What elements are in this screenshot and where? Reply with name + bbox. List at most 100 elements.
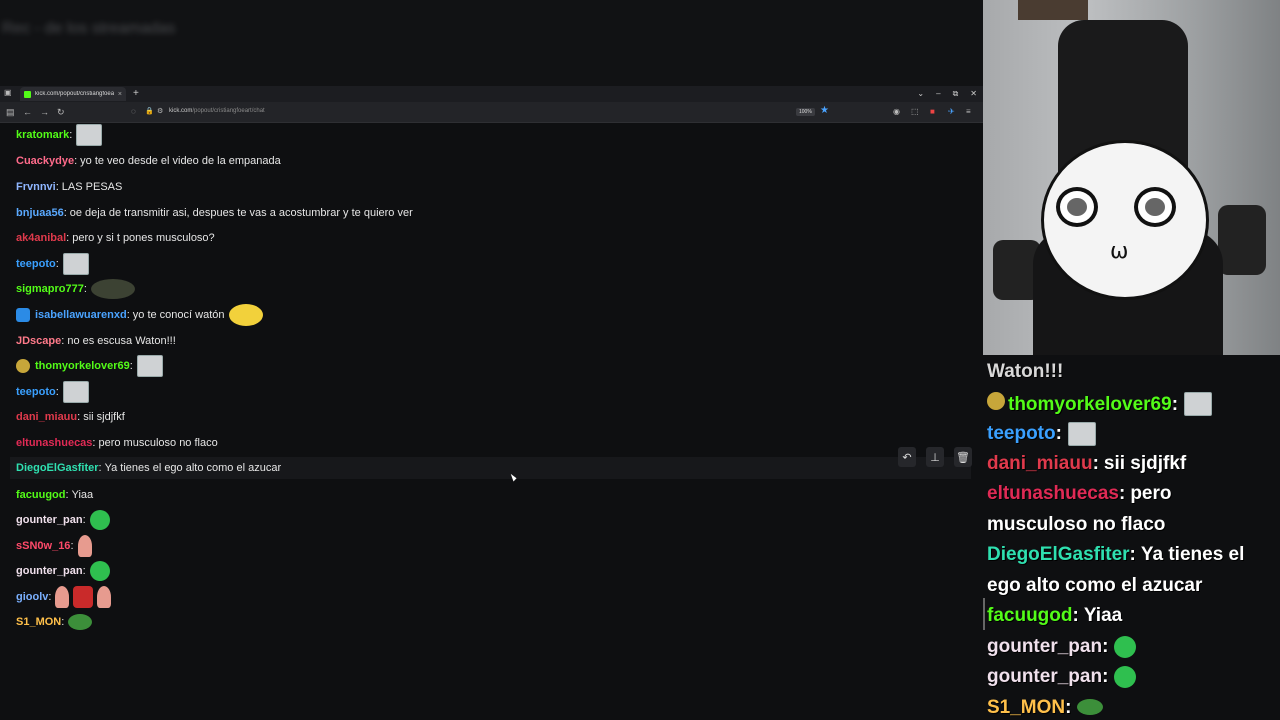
back-icon[interactable]: ← — [23, 106, 32, 118]
chat-colon: : — [48, 591, 52, 603]
blurred-window-title: Rec - de los streamadas — [2, 20, 176, 37]
overlay-line: teepoto: — [987, 422, 1096, 446]
chat-username[interactable]: dani_miauu — [16, 411, 77, 423]
chat-colon: : — [83, 283, 87, 295]
chat-colon: : — [74, 155, 78, 167]
chat-message[interactable]: teepoto: — [16, 253, 89, 275]
overlay-line: DiegoElGasfiter: Ya tienes el — [987, 544, 1244, 566]
chat-message[interactable]: S1_MON: — [16, 611, 93, 633]
chat-username[interactable]: sSN0w_16 — [16, 540, 70, 552]
chat-username[interactable]: DiegoElGasfiter — [16, 462, 99, 474]
chat-colon: : — [61, 616, 65, 628]
chat-username[interactable]: teepoto — [16, 386, 56, 398]
chat-username[interactable]: teepoto — [16, 258, 56, 270]
tab-list-icon[interactable]: ▣ — [4, 87, 12, 99]
chat-username[interactable]: ak4anibal — [16, 232, 66, 244]
cam-picture-frame — [1018, 0, 1088, 20]
chat-message[interactable]: gounter_pan: — [16, 560, 110, 582]
emote-box-icon — [1184, 392, 1213, 417]
chat-username[interactable]: S1_MON — [16, 616, 61, 628]
chat-username[interactable]: facuugod — [16, 489, 66, 501]
overlay-username: thomyorkelover69 — [1008, 393, 1172, 415]
star-icon[interactable]: ★ — [820, 105, 829, 116]
minimize-icon[interactable]: – — [936, 88, 940, 100]
close-window-icon[interactable]: ✕ — [970, 88, 977, 100]
restore-icon[interactable]: ⧉ — [953, 88, 959, 100]
shield-icon[interactable]: ◌ — [131, 106, 136, 118]
lock-icon[interactable]: 🔒 — [145, 106, 154, 118]
emote-box-icon — [62, 381, 89, 403]
extensions-icon[interactable]: ⬚ — [911, 107, 919, 116]
chat-username[interactable]: gounter_pan — [16, 514, 83, 526]
chat-text: yo te conocí watón — [132, 309, 225, 321]
zoom-indicator[interactable]: 100% — [796, 108, 815, 116]
chat-message[interactable]: thomyorkelover69: — [16, 355, 163, 377]
chat-username[interactable]: isabellawuarenxd — [35, 309, 127, 321]
chat-colon: : — [129, 360, 133, 372]
emote-box-icon — [1067, 422, 1096, 446]
overlay-text: Ya tienes el — [1140, 544, 1245, 565]
chat-colon: : — [92, 437, 96, 449]
chat-username[interactable]: gioolv — [16, 591, 48, 603]
chat-message[interactable]: gounter_pan: — [16, 509, 110, 531]
chat-message[interactable]: sSN0w_16: — [16, 535, 92, 557]
chat-username[interactable]: thomyorkelover69 — [35, 360, 130, 372]
chat-message[interactable]: gioolv: — [16, 586, 112, 608]
undo-icon[interactable]: ↶ — [898, 447, 916, 467]
trash-icon[interactable]: 🗑 — [954, 447, 972, 467]
pin-icon[interactable]: ⊥ — [926, 447, 944, 467]
chevron-down-icon[interactable]: ⌄ — [917, 88, 924, 100]
overlay-line: eltunashuecas: pero — [987, 483, 1172, 505]
extension-blue-icon[interactable]: ✈ — [948, 107, 955, 116]
chat-username[interactable]: kratomark — [16, 129, 69, 141]
overlay-text: pero — [1130, 483, 1172, 504]
overlay-line: musculoso no flaco — [987, 514, 1165, 536]
chat-colon: : — [61, 335, 65, 347]
chat-username[interactable]: Cuackydye — [16, 155, 74, 167]
chat-message[interactable]: teepoto: — [16, 381, 89, 403]
chat-username[interactable]: gounter_pan — [16, 565, 83, 577]
emote-box-icon — [136, 355, 163, 377]
permissions-icon[interactable]: ⚙ — [157, 106, 163, 118]
chat-message[interactable]: Frvnnvi: LAS PESAS — [16, 176, 122, 198]
chat-text: no es escusa Waton!!! — [67, 335, 176, 347]
chat-message[interactable]: isabellawuarenxd: yo te conocí watón — [16, 304, 263, 326]
menu-icon[interactable]: ≡ — [966, 107, 971, 116]
chat-message[interactable]: Cuackydye: yo te veo desde el video de la… — [16, 150, 281, 172]
chat-message[interactable]: dani_miauu: sii sjdjfkf — [16, 406, 125, 428]
chat-username[interactable]: bnjuaa56 — [16, 207, 64, 219]
forward-icon[interactable]: → — [40, 106, 49, 118]
chat-message[interactable]: bnjuaa56: oe deja de transmitir asi, desp… — [16, 202, 413, 224]
emote-pink-icon — [55, 586, 70, 608]
cam-chair-arm-right — [1218, 205, 1266, 275]
chat-text: oe deja de transmitir asi, despues te va… — [69, 207, 413, 219]
chat-message[interactable]: ak4anibal: pero y si t pones musculoso? — [16, 227, 215, 249]
account-icon[interactable]: ◉ — [893, 107, 900, 116]
emote-wide-icon — [90, 279, 135, 299]
chat-message[interactable]: kratomark: — [16, 124, 103, 146]
chat-username[interactable]: Frvnnvi — [16, 181, 56, 193]
chat-colon: : — [82, 565, 86, 577]
reload-icon[interactable]: ↻ — [57, 106, 65, 118]
chat-message[interactable]: DiegoElGasfiter: Ya tienes el ego alto co… — [10, 457, 971, 479]
browser-tab[interactable]: kick.com/popout/cristiangfoeart/chat × — [20, 87, 126, 101]
chat-username[interactable]: eltunashuecas — [16, 437, 92, 449]
close-icon[interactable]: × — [118, 91, 122, 98]
chat-username[interactable]: sigmapro777 — [16, 283, 84, 295]
overlay-username: teepoto — [987, 423, 1056, 445]
overlay-colon: : — [1102, 635, 1109, 657]
overlay-colon: : — [1055, 423, 1062, 445]
sidebar-icon[interactable]: ▤ — [6, 106, 15, 118]
new-tab-icon[interactable]: + — [133, 88, 139, 100]
chat-message[interactable]: eltunashuecas: pero musculoso no flaco — [16, 432, 218, 454]
chat-username[interactable]: JDscape — [16, 335, 61, 347]
overlay-colon: : — [1102, 666, 1109, 688]
overlay-username: facuugod — [987, 605, 1073, 626]
chat-message[interactable]: facuugod: Yiaa — [16, 484, 93, 506]
chat-message[interactable]: sigmapro777: — [16, 278, 135, 300]
extension-red-icon[interactable]: ■ — [930, 107, 935, 116]
address-bar[interactable]: kick.com/popout/cristiangfoeart/chat — [169, 108, 265, 114]
chat-message[interactable]: JDscape: no es escusa Waton!!! — [16, 330, 176, 352]
emote-round-icon — [1114, 666, 1137, 688]
chat-text: LAS PESAS — [61, 181, 123, 193]
